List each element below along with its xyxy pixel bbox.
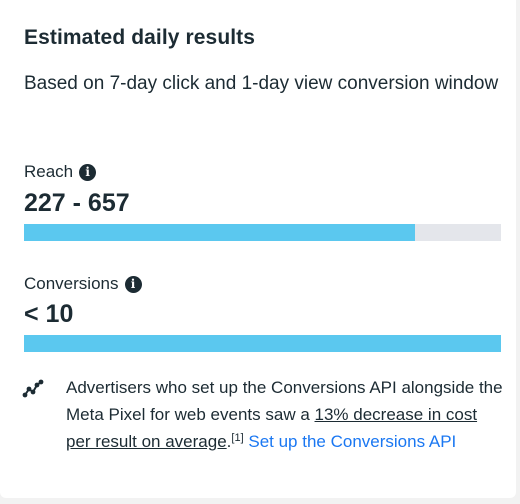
footnote-marker: [1] <box>231 432 244 444</box>
conversions-label: Conversions <box>24 274 119 293</box>
info-icon[interactable]: i <box>79 163 97 181</box>
card-title: Estimated daily results <box>24 26 256 49</box>
setup-conversions-api-link[interactable]: Set up the Conversions API <box>248 432 456 451</box>
conversions-bar-fill <box>24 335 501 352</box>
conversions-value: < 10 <box>24 300 74 328</box>
conversions-api-note: Advertisers who set up the Conversions A… <box>66 374 506 455</box>
conversions-bar <box>24 335 501 352</box>
conversions-label-row: Conversions i <box>24 274 142 294</box>
info-icon[interactable]: i <box>124 275 142 293</box>
trend-line-icon <box>22 379 44 398</box>
estimated-results-card: Estimated daily results Based on 7-day c… <box>0 0 516 498</box>
reach-value: 227 - 657 <box>24 189 130 217</box>
reach-bar <box>24 224 501 241</box>
reach-bar-fill <box>24 224 416 241</box>
card-subtitle: Based on 7-day click and 1-day view conv… <box>24 73 499 94</box>
reach-label-row: Reach i <box>24 162 97 182</box>
reach-label: Reach <box>24 162 74 181</box>
